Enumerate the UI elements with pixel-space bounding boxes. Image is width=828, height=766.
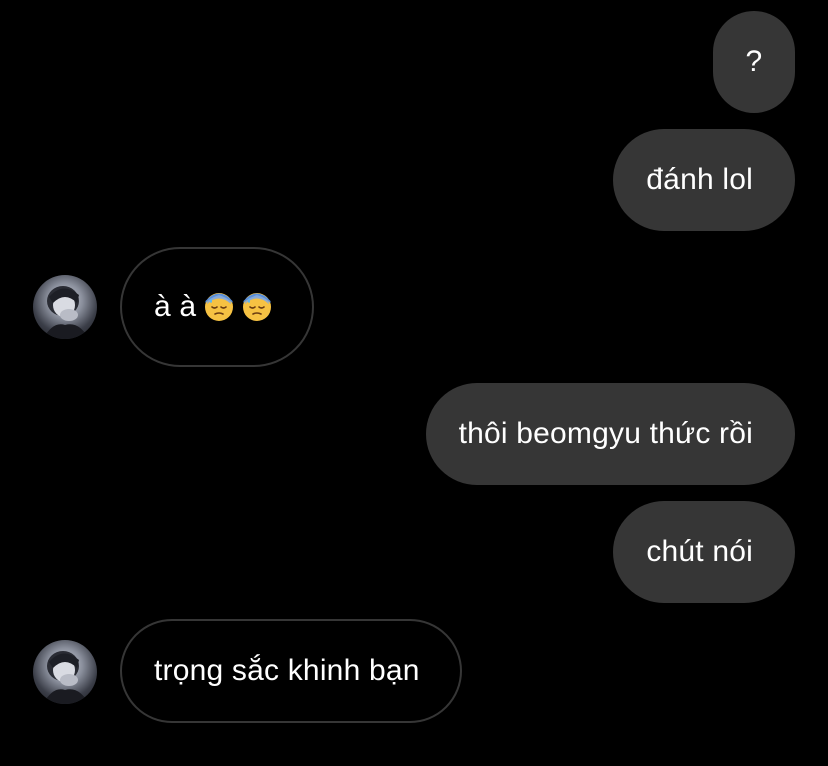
message-text: à à [154, 290, 197, 323]
message-bubble-sent[interactable]: chút nói [613, 501, 795, 603]
message-bubble-sent[interactable]: ? [713, 11, 795, 113]
message-text: đánh lol [646, 163, 753, 196]
message-bubble-sent[interactable]: đánh lol [613, 129, 795, 231]
message-text: thôi beomgyu thức rồi [458, 417, 753, 450]
avatar[interactable] [33, 275, 97, 339]
message-bubble-received[interactable]: à à [120, 247, 315, 367]
downcast-face-with-sweat-icon [204, 292, 234, 322]
avatar[interactable] [33, 640, 97, 704]
message-bubble-sent[interactable]: thôi beomgyu thức rồi [425, 383, 795, 485]
downcast-face-with-sweat-icon [242, 292, 272, 322]
message-text: chút nói [646, 535, 753, 568]
message-bubble-received[interactable]: trọng sắc khinh bạn [120, 619, 462, 723]
message-text: trọng sắc khinh bạn [154, 654, 420, 687]
message-text: ? [745, 45, 763, 78]
